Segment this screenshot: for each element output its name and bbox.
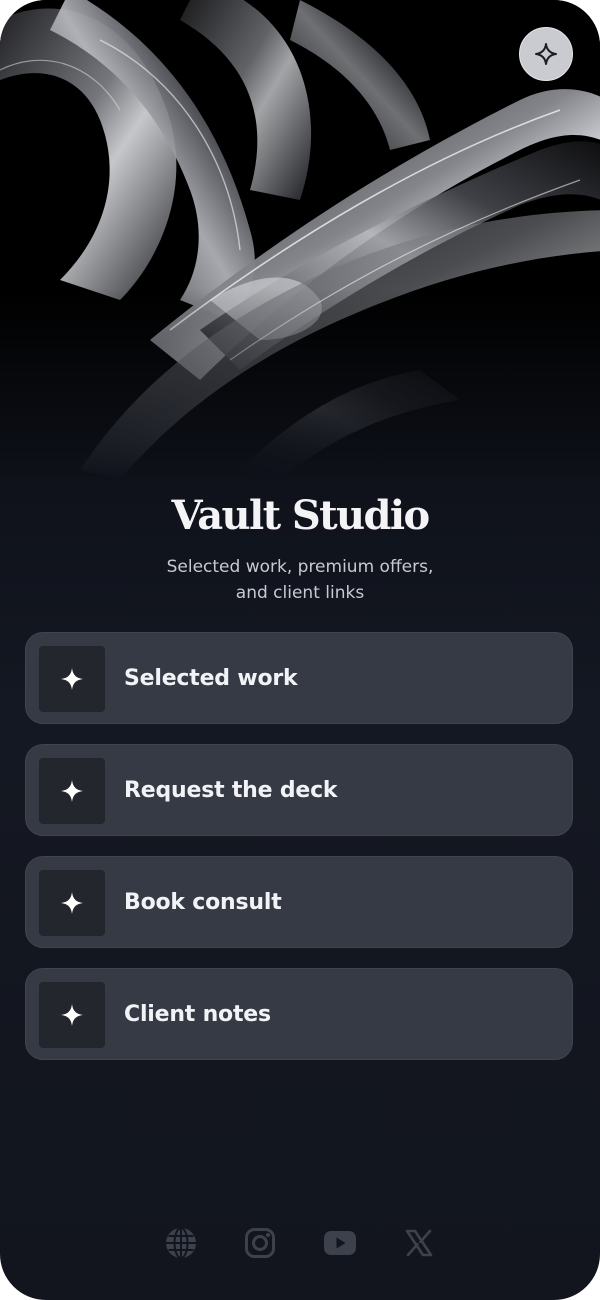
link-label: Client notes: [124, 1002, 271, 1027]
link-icon-tile: [39, 758, 105, 824]
phone-screen: Vault Studio Selected work, premium offe…: [0, 0, 600, 1300]
sparkle-icon: [61, 892, 83, 914]
sparkle-icon: [61, 668, 83, 690]
sparkle-menu-button[interactable]: [519, 27, 573, 81]
sparkle-icon: [535, 43, 557, 65]
link-label: Selected work: [124, 666, 298, 691]
hero-image: [0, 0, 600, 480]
page-subtitle: Selected work, premium offers, and clien…: [166, 557, 434, 603]
link-icon-tile: [39, 870, 105, 936]
link-client-notes[interactable]: Client notes: [25, 968, 573, 1060]
page-title: Vault Studio: [171, 492, 430, 539]
link-request-deck[interactable]: Request the deck: [25, 744, 573, 836]
link-selected-work[interactable]: Selected work: [25, 632, 573, 724]
link-book-consult[interactable]: Book consult: [25, 856, 573, 948]
sparkle-icon: [61, 1004, 83, 1026]
link-icon-tile: [39, 982, 105, 1048]
instagram-icon[interactable]: [242, 1225, 278, 1261]
sparkle-icon: [61, 780, 83, 802]
link-label: Book consult: [124, 890, 282, 915]
x-icon[interactable]: [401, 1225, 437, 1261]
link-list: Selected work Request the deck Book cons…: [25, 632, 573, 1080]
globe-icon[interactable]: [163, 1225, 199, 1261]
social-links: [163, 1224, 437, 1262]
youtube-icon[interactable]: [322, 1225, 358, 1261]
link-label: Request the deck: [124, 778, 338, 803]
link-icon-tile: [39, 646, 105, 712]
